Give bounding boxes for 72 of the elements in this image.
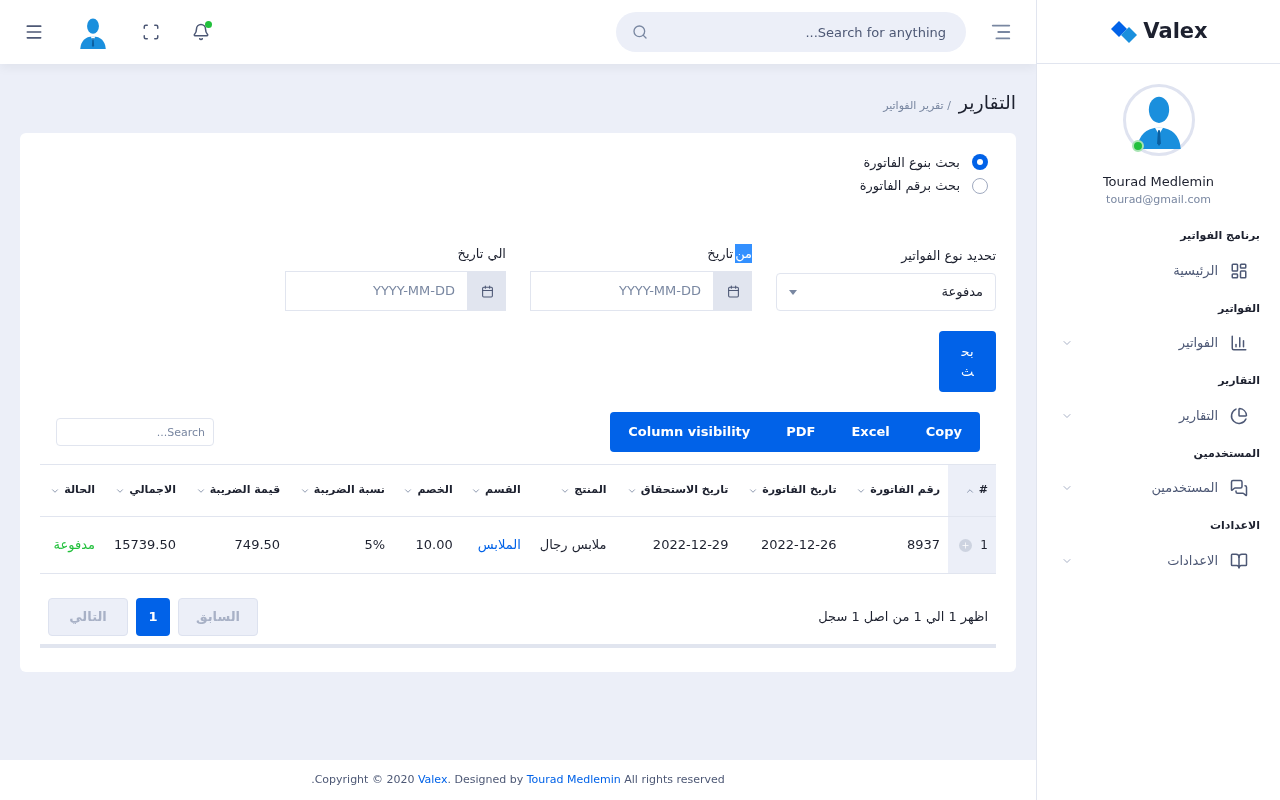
field-label: الي تاريخ [456,244,506,263]
column-header[interactable]: القسم [460,464,529,517]
user-email: tourad@gmail.com [1106,191,1211,208]
section-title: الفواتير [1216,300,1261,317]
date-field[interactable]: YYYY-MM-DD [285,271,468,311]
fullscreen-icon[interactable] [142,23,160,41]
table-search-field[interactable]: Search... [56,418,214,446]
page-button[interactable]: 1 [136,598,170,636]
logo-icon [1109,18,1140,45]
nav-item[interactable]: الرئيسية [1053,244,1264,297]
export-button[interactable]: Column visibility [610,412,769,452]
page-title: التقارير [958,90,1016,116]
column-header[interactable]: الخصم [393,464,461,517]
date-field[interactable]: YYYY-MM-DD [530,271,714,311]
column-header[interactable]: نسبة الضريبة [288,464,393,517]
breadcrumb: / تقرير الفواتير [883,98,951,114]
radio-button[interactable] [972,177,988,194]
caret-icon [789,289,797,295]
table-info: اظهر 1 الي 1 من اصل 1 سجل [818,608,988,627]
nav-item[interactable]: التقارير [1053,389,1264,442]
nav-icon [1230,406,1248,425]
column-header[interactable]: تاريخ الاستحقاق [614,464,737,517]
table-cell[interactable]: الملابس [460,516,529,574]
logo-text: Valex [1143,17,1208,45]
table-cell: 2022-12-26 [736,516,845,574]
table-cell: ملابس رجال [528,516,615,574]
search-field[interactable]: Search for anything... [616,12,966,52]
section-title: المستخدمين [1192,445,1261,462]
field-label: تاريخ [707,244,734,263]
copyright-text: .Copyright © 2020 Valex. Designed by Tourad Medlemin All rights reserved [311,771,725,788]
section-title: الاعدادات [1208,518,1261,534]
calendar-icon[interactable] [726,284,740,298]
table-cell: مدفوعة [40,516,104,574]
field-label: تحديد نوع الفواتير [899,246,996,265]
column-header[interactable]: الحالة [40,464,104,517]
calendar-icon[interactable] [480,284,494,298]
section-title: برنامج الفواتير [1178,228,1261,244]
table-cell: 10.00 [393,516,461,574]
column-header[interactable]: # [948,464,996,517]
row-number: 1 [980,537,988,554]
export-button[interactable]: Excel [833,412,908,452]
table-cell: 5% [288,516,393,574]
nav-icon [1230,551,1248,570]
column-header[interactable]: المنتج [528,464,615,517]
search-button[interactable]: بحث [939,331,996,392]
table-cell: 2022-12-29 [614,516,737,574]
footer-link[interactable]: Tourad Medlemin [526,772,621,786]
table-cell: 8937 [844,516,948,574]
notification-icon[interactable] [192,23,210,41]
radio-button[interactable] [972,154,988,171]
export-button[interactable]: PDF [768,412,834,452]
table-cell: 15739.50 [103,516,184,574]
user-name: Tourad Medlemin [1102,173,1215,191]
nav-icon [1230,334,1248,352]
column-header[interactable]: الاجمالي [103,464,184,517]
column-header[interactable]: رقم الفاتورة [844,464,948,517]
radio-label: بحث برقم الفاتورة [859,177,960,196]
section-title: التقارير [1216,373,1261,389]
nav-item[interactable]: الفواتير [1053,317,1264,369]
type-select[interactable]: مدفوعة [776,273,996,311]
nav-icon [1230,261,1248,280]
export-button[interactable]: Copy [907,412,980,452]
field-label: من [735,243,752,263]
column-header[interactable]: قيمة الضريبة [183,464,289,517]
nav-item[interactable]: المستخدمين [1053,462,1264,514]
table-cell: 749.50 [183,516,289,574]
column-header[interactable]: تاريخ الفاتورة [736,464,845,517]
nav-icon [1230,479,1248,497]
nav-item[interactable]: الاعدادات [1053,534,1264,587]
radio-label: بحث بنوع الفاتورة [863,153,960,172]
menu-icon[interactable] [24,22,44,42]
search-icon [632,24,648,40]
